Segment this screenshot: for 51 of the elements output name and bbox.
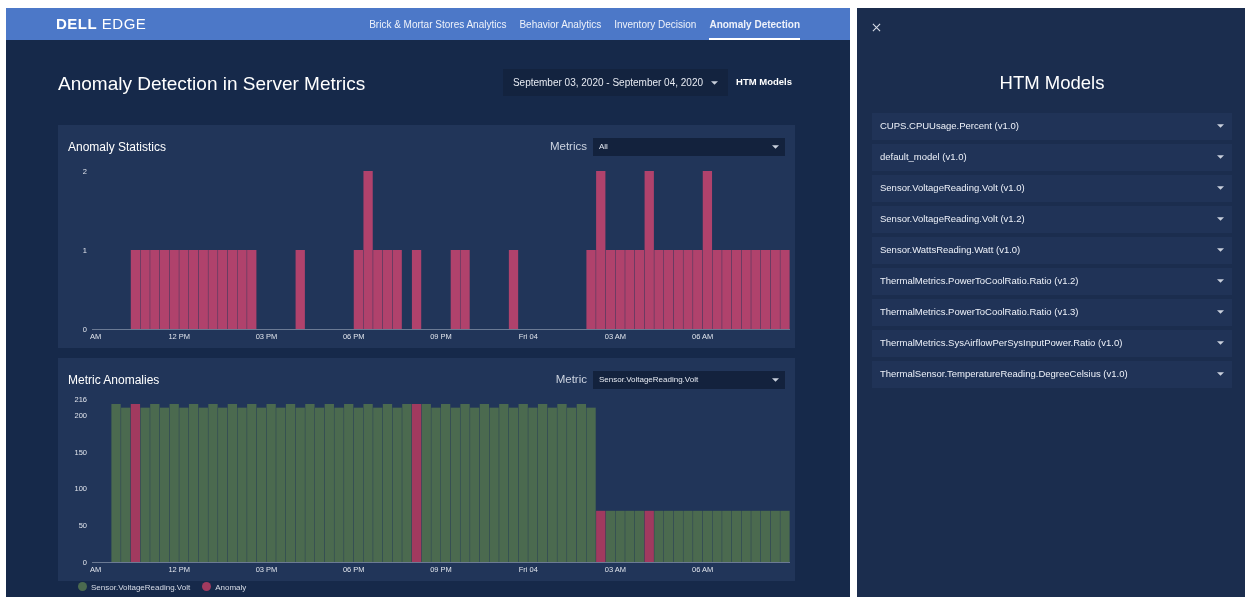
filter-label: Metric xyxy=(555,372,587,388)
anomaly-bar xyxy=(596,510,606,562)
brand-logo: DELL xyxy=(56,14,98,32)
nav-tab[interactable]: Anomaly Detection xyxy=(709,8,800,40)
filter-dropdown[interactable]: All xyxy=(593,138,785,156)
legend-item: Sensor.VoltageReading.Volt xyxy=(78,582,191,594)
card-title: Anomaly Statistics xyxy=(68,139,167,156)
model-accordion-item[interactable]: ThermalSensor.TemperatureReading.DegreeCelsius (v1.0) xyxy=(872,360,1232,388)
value-bar xyxy=(634,510,645,562)
product-name: EDGE xyxy=(101,14,147,32)
filter-label: Metrics xyxy=(549,139,587,155)
anomaly-bar xyxy=(644,510,654,562)
htm-models-button[interactable]: HTM Models xyxy=(728,75,795,90)
value-bar xyxy=(615,510,625,562)
page-title: Anomaly Detection in Server Metrics xyxy=(58,71,366,96)
value-bar xyxy=(673,510,683,562)
value-bar xyxy=(605,510,616,562)
value-bar xyxy=(654,510,664,562)
value-bar xyxy=(780,510,790,562)
value-bar xyxy=(702,510,713,562)
value-bar xyxy=(693,510,703,562)
value-bar xyxy=(663,510,674,562)
caret-icon xyxy=(711,80,719,85)
model-accordion-item[interactable]: Sensor.VoltageReading.Volt (v1.2) xyxy=(872,205,1232,233)
value-bar xyxy=(731,510,742,562)
model-accordion-item[interactable]: Sensor.VoltageReading.Volt (v1.0) xyxy=(872,174,1232,202)
model-accordion-item[interactable]: CUPS.CPUUsage.Percent (v1.0) xyxy=(872,112,1232,140)
nav-tab[interactable]: Inventory Decision xyxy=(614,8,697,40)
caret-icon xyxy=(772,378,779,382)
value-bar xyxy=(751,510,761,562)
value-bar xyxy=(722,510,732,562)
panel-title: HTM Models xyxy=(998,71,1106,95)
filter-dropdown[interactable]: Sensor.VoltageReading.Volt xyxy=(593,371,785,389)
value-bar xyxy=(625,510,635,562)
caret-icon xyxy=(772,145,779,149)
value-bar xyxy=(683,510,693,562)
close-icon[interactable] xyxy=(872,23,881,32)
model-accordion-item[interactable]: ThermalMetrics.PowerToCoolRatio.Ratio (v1.2) xyxy=(872,267,1232,295)
value-bar xyxy=(760,510,771,562)
model-accordion-item[interactable]: ThermalMetrics.PowerToCoolRatio.Ratio (v1.3) xyxy=(872,298,1232,326)
card-title: Metric Anomalies xyxy=(68,372,160,389)
value-bar xyxy=(712,510,722,562)
model-accordion-item[interactable]: Sensor.WattsReading.Watt (v1.0) xyxy=(872,236,1232,264)
nav-tab[interactable]: Behavior Analytics xyxy=(519,8,602,40)
value-bar xyxy=(741,510,751,562)
model-accordion-item[interactable]: default_model (v1.0) xyxy=(872,143,1232,171)
date-range-dropdown[interactable]: September 03, 2020 - September 04, 2020 xyxy=(502,69,729,96)
value-bar xyxy=(770,510,780,562)
model-accordion-item[interactable]: ThermalMetrics.SysAirflowPerSysInputPower.Ratio (v1.0) xyxy=(872,329,1232,357)
nav-tab[interactable]: Brick & Mortar Stores Analytics xyxy=(369,8,507,40)
legend-item: Anomaly xyxy=(202,582,247,594)
